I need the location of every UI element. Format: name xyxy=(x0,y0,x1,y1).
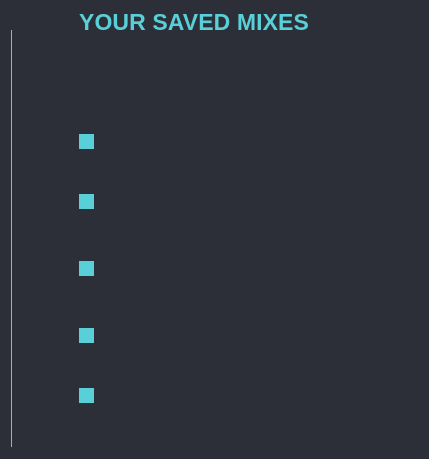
saved-mix-item[interactable] xyxy=(79,194,104,209)
saved-mixes-list xyxy=(79,0,379,459)
saved-mixes-panel: YOUR SAVED MIXES xyxy=(0,0,429,459)
saved-mix-item[interactable] xyxy=(79,134,104,149)
square-bullet-icon xyxy=(79,134,94,149)
square-bullet-icon xyxy=(79,328,94,343)
square-bullet-icon xyxy=(79,261,94,276)
square-bullet-icon xyxy=(79,194,94,209)
square-bullet-icon xyxy=(79,388,94,403)
left-accent-divider xyxy=(11,30,12,447)
saved-mix-item[interactable] xyxy=(79,388,104,403)
saved-mix-item[interactable] xyxy=(79,328,104,343)
saved-mix-item[interactable] xyxy=(79,261,104,276)
